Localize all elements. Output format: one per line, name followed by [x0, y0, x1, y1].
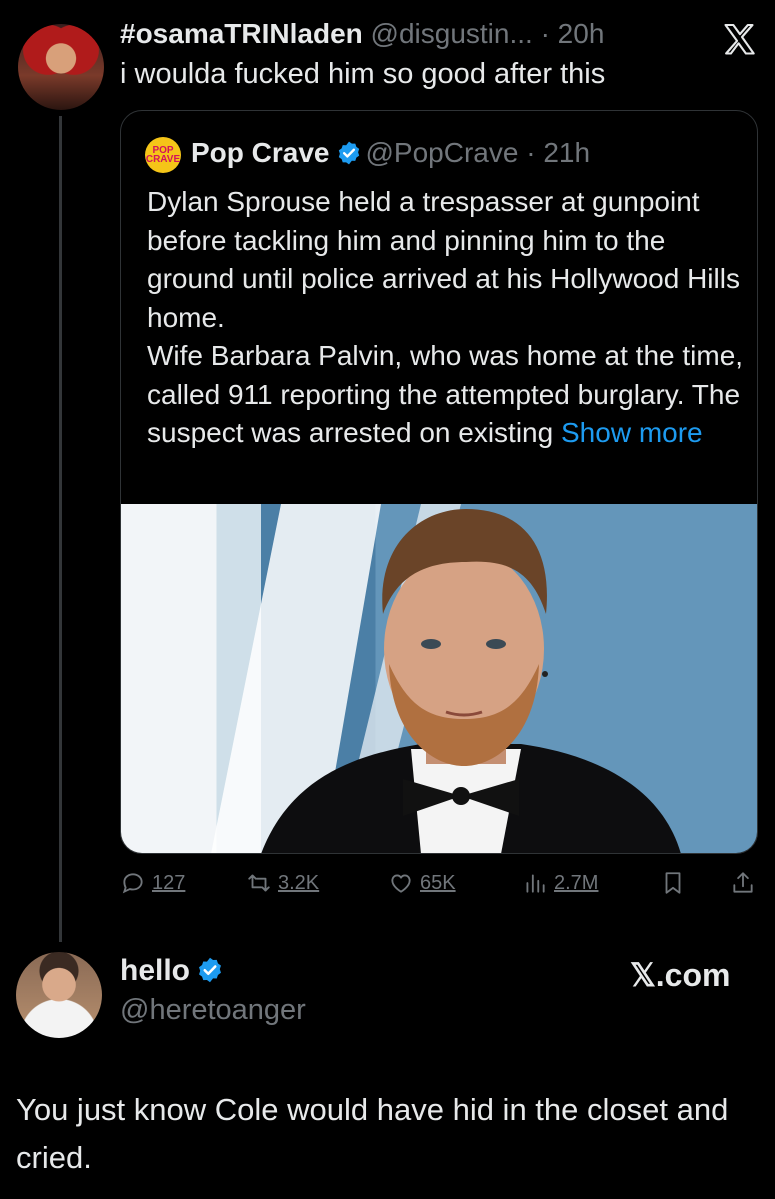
like-icon [391, 874, 411, 893]
views-button[interactable]: 2.7M [522, 870, 598, 896]
reply-count: 127 [152, 871, 186, 894]
profile-handle[interactable]: @heretoanger [120, 994, 306, 1027]
quoted-tweet-card[interactable]: POP CRAVE Pop Crave @PopCrave · 21h Dyla… [120, 110, 758, 854]
views-icon [526, 874, 545, 893]
profile-name-row: hello [120, 954, 228, 988]
bookmark-icon [665, 872, 681, 894]
share-icon [733, 872, 753, 893]
thread-line [59, 116, 62, 942]
bookmark-button[interactable] [660, 870, 686, 896]
like-count: 65K [420, 871, 456, 894]
reply-icon [122, 873, 143, 894]
post-text: You just know Cole would have hid in the… [16, 1092, 729, 1175]
profile-name[interactable]: hello [120, 954, 190, 987]
verified-badge-icon [199, 957, 221, 983]
repost-icon [248, 874, 270, 892]
views-count: 2.7M [554, 871, 599, 894]
pop-crave-logo-text: POP CRAVE [145, 145, 181, 165]
quoted-tweet-text: Dylan Sprouse held a trespasser at gunpo… [147, 186, 744, 448]
quoted-tweet-body: Dylan Sprouse held a trespasser at gunpo… [147, 183, 747, 453]
reply-button[interactable]: 127 [120, 870, 185, 896]
verified-badge-icon [338, 141, 359, 165]
show-more-link[interactable]: Show more [561, 417, 703, 448]
quoted-author-name[interactable]: Pop Crave [191, 137, 330, 168]
tweet-header: #osamaTRINladen @disgustin... · 20h [120, 18, 604, 50]
repost-count: 3.2K [278, 871, 320, 894]
quoted-tweet-photo[interactable] [121, 504, 757, 853]
x-logo-icon [724, 23, 755, 55]
quoted-tweet-header: Pop Crave @PopCrave · 21h [191, 137, 590, 169]
quoted-tweet-meta: @PopCrave · 21h [365, 137, 591, 168]
pop-crave-avatar[interactable]: POP CRAVE [145, 137, 181, 173]
profile-avatar[interactable] [16, 952, 102, 1038]
tweet-author-name[interactable]: #osamaTRINladen [120, 18, 363, 49]
tweet-author-avatar[interactable] [18, 24, 104, 110]
dylan-sprouse-photo-illustration [211, 504, 681, 853]
tweet-action-bar: 127 3.2K 65K 2.7M [120, 870, 760, 906]
repost-button[interactable]: 3.2K [246, 870, 319, 896]
share-button[interactable] [730, 870, 756, 896]
tweet-meta: @disgustin... · 20h [370, 18, 605, 49]
tweet-text: i woulda fucked him so good after this [120, 58, 606, 90]
site-label: 𝕏.com [630, 957, 731, 993]
like-button[interactable]: 65K [388, 870, 456, 896]
